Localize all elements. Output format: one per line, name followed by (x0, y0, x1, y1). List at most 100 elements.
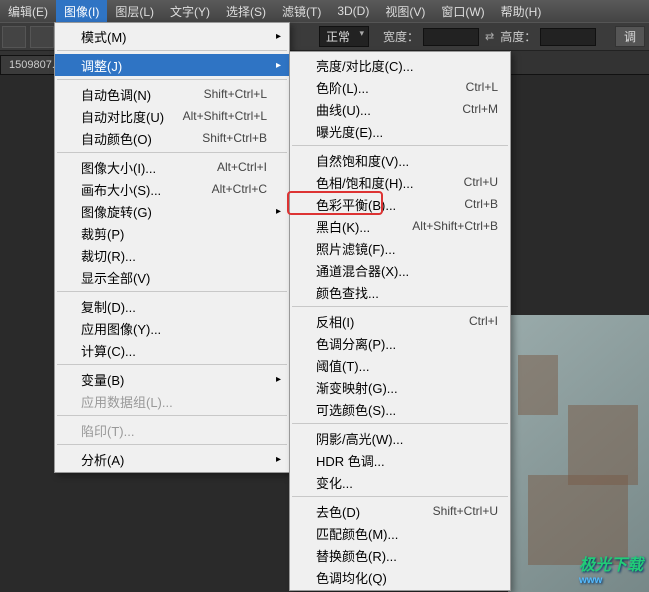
image-menu-item-5[interactable]: 自动对比度(U) Alt+Shift+Ctrl+L (55, 105, 289, 127)
width-input[interactable] (423, 28, 479, 46)
image-menu-item-17[interactable]: 计算(C)... (55, 339, 289, 361)
adjust-menu-item-label: 替换颜色(R)... (316, 546, 397, 565)
adjust-menu-item-24[interactable]: 匹配颜色(M)... (290, 522, 510, 544)
watermark: 极光下载 www (579, 551, 643, 586)
image-menu-divider (57, 152, 287, 153)
menu-2[interactable]: 图层(L) (107, 0, 162, 23)
image-menu-item-shortcut: Alt+Ctrl+I (217, 160, 267, 174)
adjust-menu-item-label: 颜色查找... (316, 283, 379, 302)
image-menu-item-label: 变量(B) (81, 370, 124, 389)
adjust-menu-item-shortcut: Ctrl+U (464, 175, 498, 189)
adjust-menu-item-19[interactable]: 阴影/高光(W)... (290, 427, 510, 449)
adjust-menu-item-label: 通道混合器(X)... (316, 261, 409, 280)
adjust-menu-item-label: 照片滤镜(F)... (316, 239, 395, 258)
image-menu-item-label: 图像大小(I)... (81, 158, 156, 177)
image-menu-item-6[interactable]: 自动颜色(O) Shift+Ctrl+B (55, 127, 289, 149)
adjust-menu-item-14[interactable]: 色调分离(P)... (290, 332, 510, 354)
adjust-menu-divider (292, 423, 508, 424)
image-menu-item-shortcut: Shift+Ctrl+B (202, 131, 267, 145)
watermark-name: 极光下载 (579, 557, 643, 574)
adjust-menu-item-15[interactable]: 阈值(T)... (290, 354, 510, 376)
adjust-menu-item-9[interactable]: 照片滤镜(F)... (290, 237, 510, 259)
height-input[interactable] (540, 28, 596, 46)
image-menu-item-shortcut: Alt+Shift+Ctrl+L (183, 109, 267, 123)
width-label: 宽度： (383, 28, 419, 45)
image-menu-item-4[interactable]: 自动色调(N)Shift+Ctrl+L (55, 83, 289, 105)
image-menu-divider (57, 79, 287, 80)
image-menu-divider (57, 50, 287, 51)
adjust-menu-item-17[interactable]: 可选颜色(S)... (290, 398, 510, 420)
adjust-menu-item-0[interactable]: 亮度/对比度(C)... (290, 54, 510, 76)
menu-7[interactable]: 视图(V) (377, 0, 433, 23)
adjust-menu-item-shortcut: Shift+Ctrl+U (433, 504, 498, 518)
image-menu-item-12[interactable]: 裁切(R)... (55, 244, 289, 266)
image-menu[interactable]: 模式(M) 调整(J) 自动色调(N)Shift+Ctrl+L 自动对比度(U) Alt… (54, 22, 290, 473)
menu-3[interactable]: 文字(Y) (162, 0, 218, 23)
adjust-menu-item-5[interactable]: 自然饱和度(V)... (290, 149, 510, 171)
image-menu-item-0[interactable]: 模式(M) (55, 25, 289, 47)
image-menu-item-label: 复制(D)... (81, 297, 136, 316)
adjust-menu-item-label: 色调分离(P)... (316, 334, 396, 353)
adjust-menu-item-label: 色阶(L)... (316, 78, 369, 97)
adjust-menu-item-label: 变化... (316, 473, 353, 492)
adjust-menu-item-2[interactable]: 曲线(U)...Ctrl+M (290, 98, 510, 120)
image-menu-item-label: 陷印(T)... (81, 421, 134, 440)
adjust-menu-item-3[interactable]: 曝光度(E)... (290, 120, 510, 142)
adjust-menu-item-1[interactable]: 色阶(L)...Ctrl+L (290, 76, 510, 98)
menu-0[interactable]: 编辑(E) (0, 0, 56, 23)
image-menu-item-2[interactable]: 调整(J) (55, 54, 289, 76)
image-menu-item-label: 图像旋转(G) (81, 202, 152, 221)
image-menu-item-label: 调整(J) (81, 56, 122, 75)
menu-6[interactable]: 3D(D) (329, 1, 377, 21)
menu-8[interactable]: 窗口(W) (433, 0, 492, 23)
menubar: 编辑(E)图像(I)图层(L)文字(Y)选择(S)滤镜(T)3D(D)视图(V)… (0, 0, 649, 22)
blend-mode-select[interactable]: 正常 (319, 26, 369, 47)
adjust-menu-item-label: 曝光度(E)... (316, 122, 383, 141)
image-menu-item-20: 应用数据组(L)... (55, 390, 289, 412)
adjust-menu-item-10[interactable]: 通道混合器(X)... (290, 259, 510, 281)
image-menu-item-16[interactable]: 应用图像(Y)... (55, 317, 289, 339)
adjust-menu-item-13[interactable]: 反相(I)Ctrl+I (290, 310, 510, 332)
tool-icon-1[interactable] (2, 26, 26, 48)
adjustments-submenu[interactable]: 亮度/对比度(C)...色阶(L)...Ctrl+L曲线(U)...Ctrl+M… (289, 51, 511, 591)
adjust-menu-item-26[interactable]: 色调均化(Q) (290, 566, 510, 588)
blend-mode-label: 正常 (326, 30, 350, 44)
adjust-menu-item-21[interactable]: 变化... (290, 471, 510, 493)
image-menu-item-9[interactable]: 画布大小(S)...Alt+Ctrl+C (55, 178, 289, 200)
image-menu-divider (57, 364, 287, 365)
menu-4[interactable]: 选择(S) (218, 0, 274, 23)
image-menu-item-13[interactable]: 显示全部(V) (55, 266, 289, 288)
image-menu-item-label: 自动色调(N) (81, 85, 151, 104)
tool-icon-2[interactable] (30, 26, 54, 48)
adjust-menu-item-11[interactable]: 颜色查找... (290, 281, 510, 303)
adjust-menu-item-6[interactable]: 色相/饱和度(H)...Ctrl+U (290, 171, 510, 193)
adjust-menu-item-16[interactable]: 渐变映射(G)... (290, 376, 510, 398)
adjust-button[interactable]: 调 (615, 26, 645, 47)
adjust-menu-item-label: 色调均化(Q) (316, 568, 387, 587)
menu-9[interactable]: 帮助(H) (493, 0, 550, 23)
image-menu-item-8[interactable]: 图像大小(I)... Alt+Ctrl+I (55, 156, 289, 178)
adjust-menu-item-label: 阴影/高光(W)... (316, 429, 403, 448)
image-menu-item-24[interactable]: 分析(A) (55, 448, 289, 470)
adjust-menu-item-8[interactable]: 黑白(K)...Alt+Shift+Ctrl+B (290, 215, 510, 237)
menu-5[interactable]: 滤镜(T) (274, 0, 329, 23)
adjust-menu-item-shortcut: Alt+Shift+Ctrl+B (412, 219, 498, 233)
image-menu-item-22: 陷印(T)... (55, 419, 289, 441)
swap-icon[interactable]: ⇄ (485, 30, 494, 43)
image-menu-item-label: 自动颜色(O) (81, 129, 152, 148)
highlight-box (287, 191, 383, 215)
image-menu-divider (57, 415, 287, 416)
image-menu-item-19[interactable]: 变量(B) (55, 368, 289, 390)
menu-1[interactable]: 图像(I) (56, 0, 107, 23)
image-menu-item-11[interactable]: 裁剪(P) (55, 222, 289, 244)
adjust-menu-item-label: HDR 色调... (316, 451, 385, 470)
adjust-menu-item-20[interactable]: HDR 色调... (290, 449, 510, 471)
image-menu-item-label: 自动对比度(U) (81, 107, 164, 126)
image-menu-item-10[interactable]: 图像旋转(G) (55, 200, 289, 222)
adjust-menu-item-label: 反相(I) (316, 312, 354, 331)
adjust-menu-item-23[interactable]: 去色(D)Shift+Ctrl+U (290, 500, 510, 522)
adjust-menu-item-25[interactable]: 替换颜色(R)... (290, 544, 510, 566)
image-menu-item-label: 计算(C)... (81, 341, 136, 360)
adjust-menu-divider (292, 306, 508, 307)
image-menu-item-15[interactable]: 复制(D)... (55, 295, 289, 317)
